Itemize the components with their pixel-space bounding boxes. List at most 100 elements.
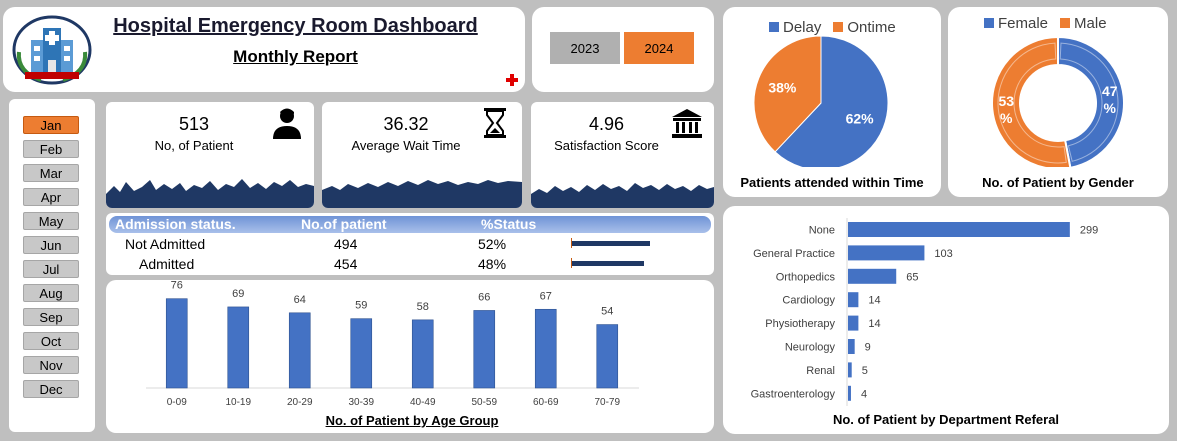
count-cell: 494 (334, 236, 358, 252)
timeliness-pie-chart: 62% 38% (753, 35, 889, 167)
tick-label: 10-19 (225, 397, 251, 408)
kpi-sparkline (322, 180, 522, 208)
data-label: 59 (355, 300, 367, 312)
red-cross-icon (506, 74, 518, 86)
bar (165, 298, 188, 389)
header-panel: Hospital Emergency Room Dashboard Monthl… (3, 7, 525, 92)
bar (411, 319, 434, 389)
slice-label: 38% (768, 80, 797, 96)
tick-label: 30-39 (348, 397, 374, 408)
gender-donut-chart: 47 % 53% (991, 35, 1125, 167)
hospital-logo-icon (12, 15, 92, 85)
column-header: No.of patient (301, 216, 387, 232)
month-button-jul[interactable]: Jul (23, 260, 79, 278)
bar (848, 385, 851, 401)
admission-table: Admission status. No.of patient %Status … (106, 213, 714, 275)
data-label: 64 (294, 294, 306, 306)
month-button-may[interactable]: May (23, 212, 79, 230)
page-title: Hospital Emergency Room Dashboard (113, 15, 478, 37)
bar (848, 292, 859, 308)
data-label: 5 (862, 365, 868, 377)
gender-donut-panel: Female Male 47% 53% No. of Patient by Gen… (948, 7, 1168, 197)
data-label: 69 (232, 288, 244, 300)
person-icon (273, 108, 301, 139)
slice-label: 47% (1102, 83, 1118, 116)
data-label: 58 (417, 301, 429, 313)
bar (848, 222, 1070, 237)
month-button-oct[interactable]: Oct (23, 332, 79, 350)
data-label: 67 (540, 290, 552, 302)
bar (848, 245, 925, 261)
bar (473, 310, 496, 389)
category-label: Orthopedics (776, 271, 836, 283)
kpi-sparkline (531, 183, 714, 208)
admission-table-header: Admission status. No.of patient %Status (109, 216, 711, 233)
data-label: 103 (934, 248, 952, 260)
category-label: Renal (806, 365, 835, 377)
data-label: 65 (906, 271, 918, 283)
age-group-chart-panel: 76 0-09 69 10-19 64 20-29 59 30-39 58 40-49 66 50-5… (106, 280, 714, 433)
month-button-jun[interactable]: Jun (23, 236, 79, 254)
bar (848, 268, 897, 284)
month-button-mar[interactable]: Mar (23, 164, 79, 182)
column-header: Admission status. (115, 216, 236, 232)
data-label: 299 (1080, 225, 1098, 237)
chart-title: No. of Patient by Age Group (325, 413, 499, 428)
data-label: 76 (171, 280, 183, 292)
tick-label: 20-29 (287, 397, 313, 408)
pct-cell: 48% (478, 256, 507, 272)
pct-cell: 52% (478, 236, 507, 252)
data-label: 14 (868, 295, 880, 307)
tick-label: 40-49 (410, 397, 436, 408)
chart-title: No. of Patient by Department Referal (832, 412, 1060, 427)
month-button-feb[interactable]: Feb (23, 140, 79, 158)
month-button-dec[interactable]: Dec (23, 380, 79, 398)
tick-label: 0-09 (167, 397, 187, 408)
column-header: %Status (481, 216, 537, 232)
bar (848, 315, 859, 331)
category-label: None (809, 225, 835, 237)
data-label: 14 (868, 318, 880, 330)
slice-label: 62% (846, 110, 875, 126)
pct-databar (572, 241, 650, 246)
status-cell: Not Admitted (125, 236, 206, 252)
month-button-apr[interactable]: Apr (23, 188, 79, 206)
kpi-label: Satisfaction Score (554, 138, 659, 153)
count-cell: 454 (334, 256, 358, 272)
department-referral-chart: None 299 General Practice 103 Orthopedics 65 C… (751, 218, 1098, 406)
age-group-chart: 76 0-09 69 10-19 64 20-29 59 30-39 58 40-49 66 50-5… (146, 280, 639, 408)
tick-label: 50-59 (471, 397, 497, 408)
category-label: Physiotherapy (765, 318, 835, 330)
kpi-sparkline (106, 179, 314, 208)
month-button-jan[interactable]: Jan (23, 116, 79, 134)
category-label: General Practice (753, 248, 835, 260)
chart-title: No. of Patient by Gender (982, 175, 1134, 190)
bar (350, 318, 373, 389)
month-selector: Jan Feb Mar Apr May Jun Jul Aug Sep Oct … (9, 99, 95, 432)
status-cell: Admitted (139, 256, 195, 272)
category-label: Cardiology (782, 295, 835, 307)
slice-label: 53% (998, 93, 1014, 126)
month-button-sep[interactable]: Sep (23, 308, 79, 326)
year-selector: 2023 2024 (532, 7, 714, 92)
data-label: 54 (601, 306, 613, 318)
kpi-label: No, of Patient (154, 138, 234, 153)
month-button-aug[interactable]: Aug (23, 284, 79, 302)
kpi-card-patients: 513 No, of Patient (106, 102, 314, 208)
page-subtitle: Monthly Report (233, 47, 358, 66)
kpi-label: Average Wait Time (351, 138, 461, 153)
department-referral-chart-panel: None 299 General Practice 103 Orthopedics 65 C… (723, 206, 1169, 434)
category-label: Gastroenterology (751, 388, 836, 400)
month-button-nov[interactable]: Nov (23, 356, 79, 374)
institution-icon (672, 109, 702, 138)
pct-databar (572, 261, 644, 266)
year-button-2023[interactable]: 2023 (550, 32, 620, 64)
year-button-2024[interactable]: 2024 (624, 32, 694, 64)
hourglass-icon (484, 108, 506, 138)
bar (534, 308, 557, 389)
category-label: Neurology (785, 342, 836, 354)
bar (848, 339, 855, 354)
timeliness-pie-panel: Delay Ontime 62% 38% Patients attended wi… (723, 7, 941, 197)
tick-label: 70-79 (594, 397, 620, 408)
bar (288, 312, 311, 389)
